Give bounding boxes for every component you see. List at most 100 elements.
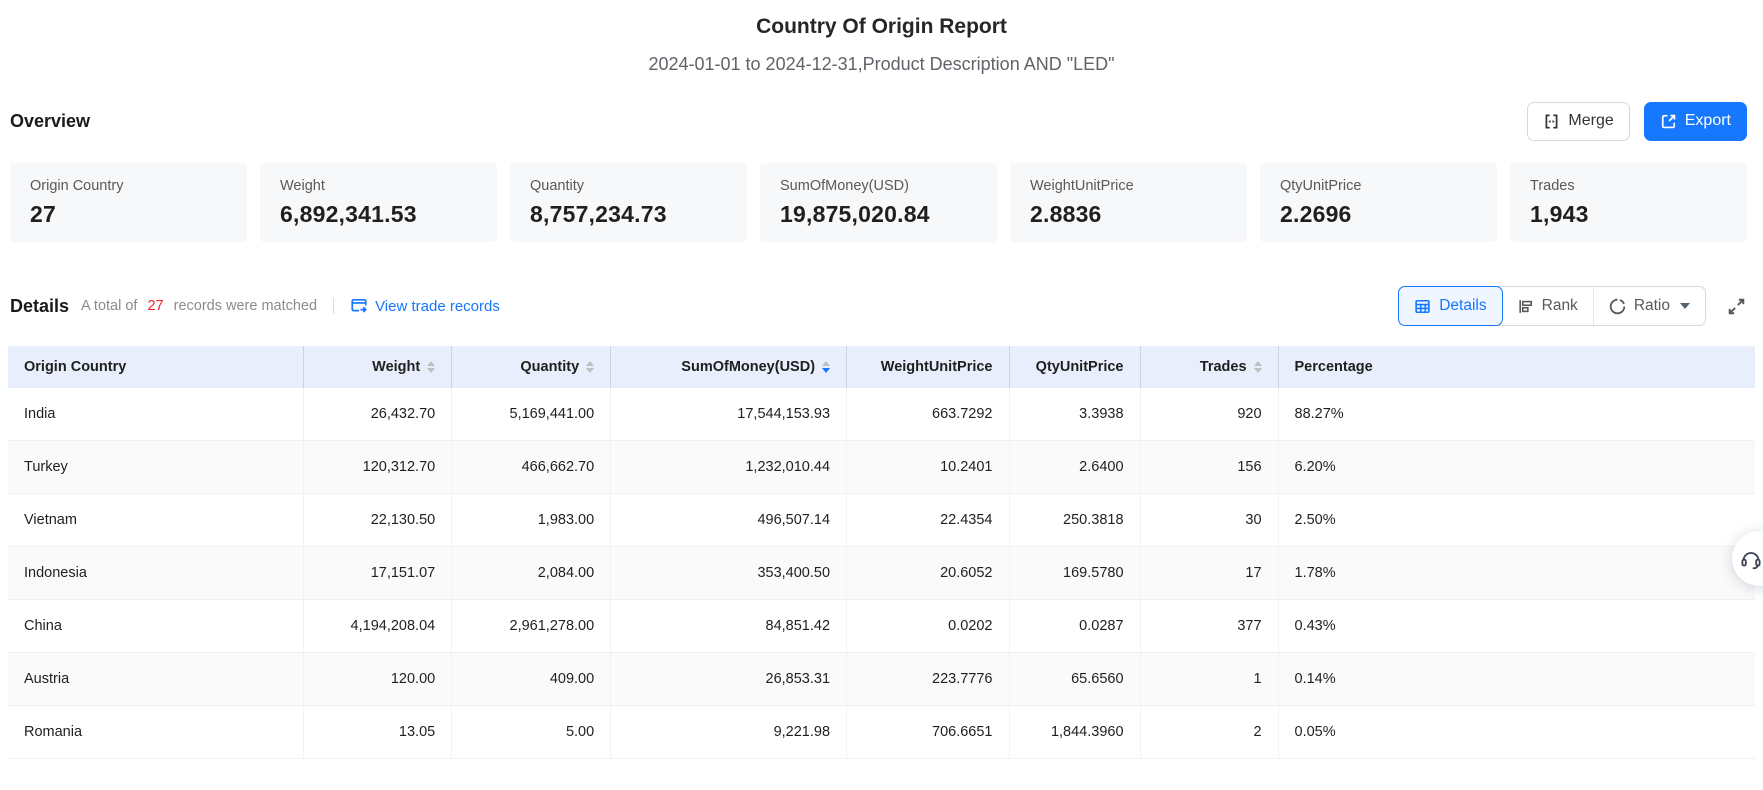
stat-card-label: QtyUnitPrice xyxy=(1280,178,1477,194)
cell-origin-country: China xyxy=(8,600,303,653)
cell-sumofmoney-usd: 353,400.50 xyxy=(611,547,847,600)
bar-chart-icon xyxy=(1517,298,1534,315)
tab-ratio[interactable]: Ratio xyxy=(1593,287,1705,325)
table-body: India26,432.705,169,441.0017,544,153.936… xyxy=(8,388,1755,759)
stat-card-label: WeightUnitPrice xyxy=(1030,178,1227,194)
cell-quantity: 5,169,441.00 xyxy=(452,388,611,441)
column-header-sumofmoney-usd[interactable]: SumOfMoney(USD) xyxy=(611,346,847,388)
cell-qtyunitprice: 2.6400 xyxy=(1009,441,1140,494)
cell-percentage: 0.43% xyxy=(1278,600,1755,653)
cell-trades: 920 xyxy=(1140,388,1278,441)
column-header-label: WeightUnitPrice xyxy=(881,359,993,375)
column-header-label: SumOfMoney(USD) xyxy=(681,359,815,375)
matched-count: 27 xyxy=(143,298,167,314)
summary-prefix: A total of xyxy=(81,298,137,314)
stat-card-weight: Weight 6,892,341.53 xyxy=(260,163,497,242)
report-filter-subtitle: 2024-01-01 to 2024-12-31,Product Descrip… xyxy=(0,53,1763,75)
column-header-percentage: Percentage xyxy=(1278,346,1755,388)
tab-details-label: Details xyxy=(1439,297,1486,315)
cell-trades: 30 xyxy=(1140,494,1278,547)
cell-percentage: 88.27% xyxy=(1278,388,1755,441)
cell-qtyunitprice: 65.6560 xyxy=(1009,653,1140,706)
sort-icon xyxy=(586,361,594,374)
stat-card-weightunitprice: WeightUnitPrice2.8836 xyxy=(1010,163,1247,242)
headset-icon xyxy=(1739,547,1763,571)
overview-heading: Overview xyxy=(10,111,90,132)
stat-card-label: Origin Country xyxy=(30,178,227,194)
cell-sumofmoney-usd: 496,507.14 xyxy=(611,494,847,547)
cell-qtyunitprice: 3.3938 xyxy=(1009,388,1140,441)
cell-trades: 17 xyxy=(1140,547,1278,600)
table-row-vietnam: Vietnam22,130.501,983.00496,507.1422.435… xyxy=(8,494,1755,547)
cell-qtyunitprice: 250.3818 xyxy=(1009,494,1140,547)
column-header-label: Origin Country xyxy=(24,359,126,375)
cell-weightunitprice: 663.7292 xyxy=(847,388,1009,441)
stat-card-value: 6,892,341.53 xyxy=(280,201,477,228)
stat-card-label: Weight xyxy=(280,178,477,194)
column-header-weightunitprice: WeightUnitPrice xyxy=(847,346,1009,388)
column-header-label: Weight xyxy=(372,359,420,375)
table-row-india: India26,432.705,169,441.0017,544,153.936… xyxy=(8,388,1755,441)
cell-weightunitprice: 223.7776 xyxy=(847,653,1009,706)
column-header-label: Percentage xyxy=(1295,359,1373,375)
sort-icon xyxy=(1254,361,1262,374)
chevron-down-icon xyxy=(1680,303,1690,309)
overview-cards: Origin Country 27 Weight 6,892,341.53 Quanti… xyxy=(10,163,1747,242)
column-header-label: Trades xyxy=(1200,359,1247,375)
match-summary: A total of 27 records were matched xyxy=(81,298,317,314)
column-header-trades[interactable]: Trades xyxy=(1140,346,1278,388)
export-button-label: Export xyxy=(1685,112,1731,130)
stat-card-value: 27 xyxy=(30,201,227,228)
cell-origin-country: Turkey xyxy=(8,441,303,494)
cell-weight: 4,194,208.04 xyxy=(303,600,451,653)
cell-sumofmoney-usd: 84,851.42 xyxy=(611,600,847,653)
cell-qtyunitprice: 1,844.3960 xyxy=(1009,706,1140,759)
view-switch: Details Rank Ratio xyxy=(1398,286,1706,326)
divider xyxy=(333,298,334,314)
cell-percentage: 0.05% xyxy=(1278,706,1755,759)
sort-icon xyxy=(427,361,435,374)
tab-ratio-label: Ratio xyxy=(1634,297,1670,315)
table-row-austria: Austria120.00409.0026,853.31223.777665.6… xyxy=(8,653,1755,706)
cell-percentage: 6.20% xyxy=(1278,441,1755,494)
cell-percentage: 2.50% xyxy=(1278,494,1755,547)
cell-qtyunitprice: 169.5780 xyxy=(1009,547,1140,600)
cell-quantity: 5.00 xyxy=(452,706,611,759)
pie-chart-icon xyxy=(1609,298,1626,315)
tab-details[interactable]: Details xyxy=(1398,286,1502,326)
cell-origin-country: Romania xyxy=(8,706,303,759)
cell-sumofmoney-usd: 26,853.31 xyxy=(611,653,847,706)
column-header-weight[interactable]: Weight xyxy=(303,346,451,388)
cell-weight: 120,312.70 xyxy=(303,441,451,494)
column-header-origin-country: Origin Country xyxy=(8,346,303,388)
cell-percentage: 0.14% xyxy=(1278,653,1755,706)
details-heading: Details xyxy=(10,296,69,317)
fullscreen-icon xyxy=(1726,296,1747,317)
column-header-label: QtyUnitPrice xyxy=(1036,359,1124,375)
column-header-quantity[interactable]: Quantity xyxy=(452,346,611,388)
stat-card-label: Trades xyxy=(1530,178,1727,194)
cell-quantity: 409.00 xyxy=(452,653,611,706)
stat-card-quantity: Quantity8,757,234.73 xyxy=(510,163,747,242)
cell-weight: 26,432.70 xyxy=(303,388,451,441)
cell-trades: 156 xyxy=(1140,441,1278,494)
fullscreen-button[interactable] xyxy=(1726,296,1747,317)
merge-button[interactable]: Merge xyxy=(1527,102,1629,141)
column-header-label: Quantity xyxy=(520,359,579,375)
tab-rank[interactable]: Rank xyxy=(1502,287,1593,325)
tab-rank-label: Rank xyxy=(1542,297,1578,315)
cell-weightunitprice: 20.6052 xyxy=(847,547,1009,600)
cell-sumofmoney-usd: 17,544,153.93 xyxy=(611,388,847,441)
overview-bar: Overview Merge Export xyxy=(10,101,1747,141)
stat-card-label: Quantity xyxy=(530,178,727,194)
window-arrow-icon xyxy=(350,297,368,315)
export-icon xyxy=(1660,113,1677,130)
details-bar: Details A total of 27 records were match… xyxy=(10,286,1747,326)
details-view-controls: Details Rank Ratio xyxy=(1398,286,1747,326)
overview-actions: Merge Export xyxy=(1527,102,1747,141)
cell-weight: 120.00 xyxy=(303,653,451,706)
view-trade-records-link[interactable]: View trade records xyxy=(350,297,500,315)
export-button[interactable]: Export xyxy=(1644,102,1747,141)
cell-origin-country: Indonesia xyxy=(8,547,303,600)
stat-card-origin-country: Origin Country 27 xyxy=(10,163,247,242)
